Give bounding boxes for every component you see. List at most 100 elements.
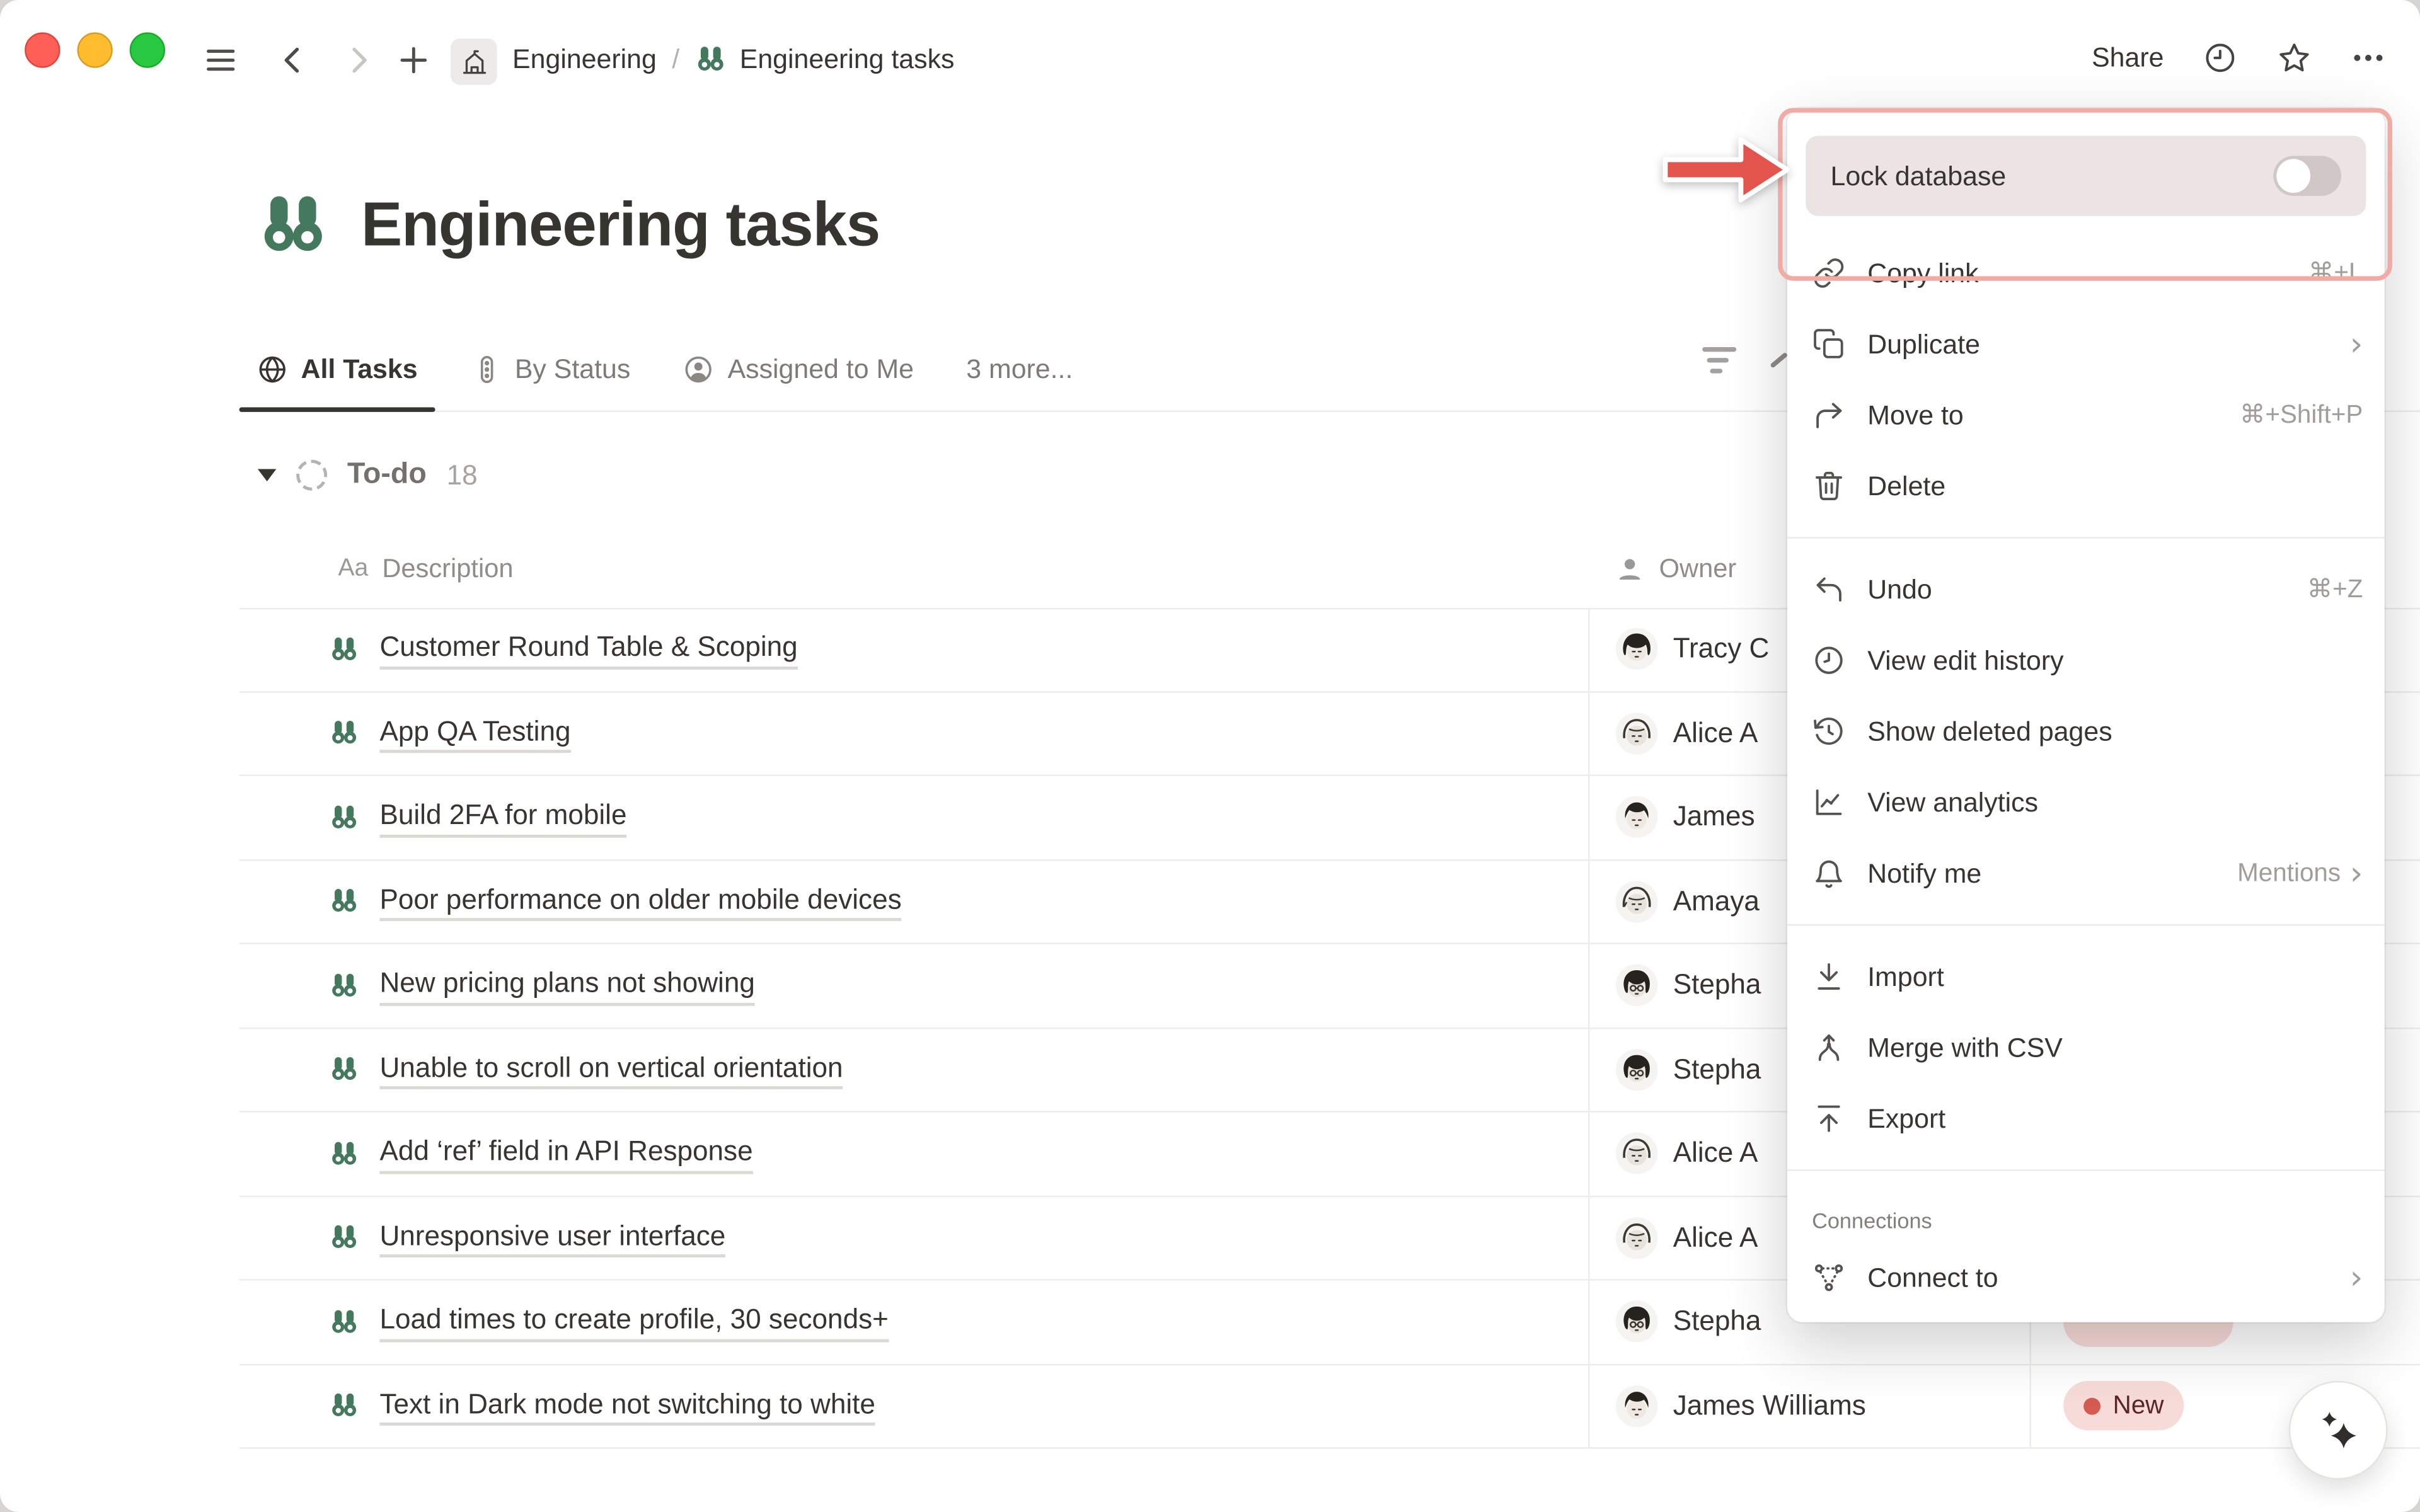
menu-item-copy-link[interactable]: Copy link ⌘+L <box>1787 238 2385 309</box>
row-binoculars-icon <box>329 1138 360 1169</box>
history-icon <box>1812 714 1846 748</box>
updates-clock-icon[interactable] <box>2203 40 2238 76</box>
menu-item-label: Duplicate <box>1867 328 1980 360</box>
menu-item-notify-me[interactable]: Notify me Mentions› <box>1787 838 2385 909</box>
task-title[interactable]: Customer Round Table & Scoping <box>379 629 797 668</box>
text-Aa-icon: Aa <box>338 554 368 582</box>
link-icon <box>1812 256 1846 290</box>
table-row[interactable]: Text in Dark mode not switching to white… <box>239 1365 2420 1448</box>
menu-item-export[interactable]: Export <box>1787 1083 2385 1154</box>
tab-label: By Status <box>515 353 630 385</box>
description-cell[interactable]: App QA Testing <box>239 692 1588 774</box>
menu-item-label: Move to <box>1867 399 1963 431</box>
window-top-bar: Engineering / Engineering tasks Share <box>0 0 2420 120</box>
owner-name: Alice A <box>1673 1138 1758 1170</box>
sidebar-menu-icon[interactable] <box>202 42 239 79</box>
menu-section-header: Connections <box>1787 1186 2385 1242</box>
triangle-down-icon[interactable] <box>258 469 276 481</box>
screen: Engineering / Engineering tasks Share <box>0 0 2420 1512</box>
description-cell[interactable]: New pricing plans not showing <box>239 944 1588 1027</box>
owner-name: Tracy C <box>1673 633 1770 665</box>
menu-item-view-analytics[interactable]: View analytics <box>1787 767 2385 838</box>
share-button[interactable]: Share <box>2092 42 2164 74</box>
menu-item-duplicate[interactable]: Duplicate › <box>1787 309 2385 380</box>
task-title[interactable]: Poor performance on older mobile devices <box>379 882 901 921</box>
forward-button[interactable] <box>340 42 377 79</box>
menu-item-label: Merge with CSV <box>1867 1031 2063 1063</box>
connect-icon <box>1812 1261 1846 1295</box>
task-title[interactable]: Text in Dark mode not switching to white <box>379 1386 875 1425</box>
move-icon <box>1812 398 1846 432</box>
page-binoculars-icon[interactable] <box>256 188 331 263</box>
description-cell[interactable]: Unresponsive user interface <box>239 1196 1588 1279</box>
menu-item-label: Export <box>1867 1102 1945 1135</box>
topbar-actions: Share <box>2092 40 2386 76</box>
menu-item-view-edit-history[interactable]: View edit history <box>1787 625 2385 696</box>
minimize-window-button[interactable] <box>77 32 112 67</box>
menu-item-import[interactable]: Import <box>1787 941 2385 1012</box>
description-cell[interactable]: Customer Round Table & Scoping <box>239 608 1588 690</box>
task-title[interactable]: Unresponsive user interface <box>379 1218 725 1257</box>
status-badge[interactable]: New <box>2063 1381 2184 1430</box>
view-tab-by-status[interactable]: By Status <box>453 327 647 410</box>
description-cell[interactable]: Build 2FA for mobile <box>239 776 1588 859</box>
column-header-description[interactable]: Aa Description <box>239 553 1588 584</box>
task-title[interactable]: Load times to create profile, 30 seconds… <box>379 1302 888 1341</box>
menu-item-move-to[interactable]: Move to ⌘+Shift+P <box>1787 379 2385 450</box>
page-header: Engineering tasks <box>256 188 880 263</box>
breadcrumb-parent[interactable]: Engineering <box>512 43 657 76</box>
undo-icon <box>1812 573 1846 607</box>
ai-assistant-button[interactable] <box>2289 1381 2388 1480</box>
new-page-button[interactable] <box>395 42 432 79</box>
chevron-right-icon: › <box>2350 857 2363 889</box>
teamspace-icon[interactable] <box>451 38 497 84</box>
lock-database-row[interactable]: Lock database <box>1806 136 2366 216</box>
owner-name: James Williams <box>1673 1390 1866 1422</box>
view-tab-assigned-to-me[interactable]: Assigned to Me <box>666 327 931 410</box>
traffic-lights <box>25 32 165 67</box>
page-title[interactable]: Engineering tasks <box>361 190 880 260</box>
description-cell[interactable]: Load times to create profile, 30 seconds… <box>239 1281 1588 1363</box>
task-title[interactable]: New pricing plans not showing <box>379 966 754 1005</box>
menu-shortcut: ⌘+L <box>2308 258 2363 289</box>
menu-divider <box>1787 1169 2385 1171</box>
task-title[interactable]: Build 2FA for mobile <box>379 798 626 837</box>
menu-shortcut: ⌘+Z <box>2307 574 2363 605</box>
group-header[interactable]: To-do 18 <box>258 444 478 506</box>
clock-icon <box>1812 643 1846 677</box>
menu-item-trailing: ⌘+L <box>2308 258 2363 289</box>
close-window-button[interactable] <box>25 32 60 67</box>
group-name: To-do <box>347 458 427 492</box>
more-options-icon[interactable] <box>2351 40 2386 76</box>
view-tab-3-more-[interactable]: 3 more... <box>949 327 1090 410</box>
avatar <box>1616 965 1657 1006</box>
menu-item-delete[interactable]: Delete <box>1787 450 2385 522</box>
row-binoculars-icon <box>329 1307 360 1337</box>
task-title[interactable]: Add ‘ref’ field in API Response <box>379 1134 752 1173</box>
lock-database-toggle[interactable] <box>2273 156 2341 196</box>
owner-name: Alice A <box>1673 717 1758 749</box>
row-binoculars-icon <box>329 634 360 665</box>
description-cell[interactable]: Unable to scroll on vertical orientation <box>239 1028 1588 1111</box>
description-cell[interactable]: Add ‘ref’ field in API Response <box>239 1113 1588 1195</box>
avatar <box>1616 1133 1657 1174</box>
task-title[interactable]: Unable to scroll on vertical orientation <box>379 1050 843 1089</box>
avatar <box>1616 1049 1657 1091</box>
menu-item-undo[interactable]: Undo ⌘+Z <box>1787 554 2385 625</box>
menu-item-merge-with-csv[interactable]: Merge with CSV <box>1787 1012 2385 1084</box>
row-binoculars-icon <box>329 886 360 917</box>
description-cell[interactable]: Text in Dark mode not switching to white <box>239 1365 1588 1447</box>
menu-item-connect-to[interactable]: Connect to › <box>1787 1242 2385 1313</box>
owner-cell[interactable]: James Williams <box>1588 1365 2029 1447</box>
breadcrumb-current[interactable]: Engineering tasks <box>740 43 955 76</box>
menu-item-label: Copy link <box>1867 257 1978 289</box>
view-tab-all-tasks[interactable]: All Tasks <box>239 327 435 410</box>
zoom-window-button[interactable] <box>130 32 165 67</box>
favorite-star-icon[interactable] <box>2276 40 2312 76</box>
back-button[interactable] <box>275 42 312 79</box>
description-cell[interactable]: Poor performance on older mobile devices <box>239 860 1588 942</box>
task-title[interactable]: App QA Testing <box>379 714 570 753</box>
filter-icon[interactable] <box>1702 347 1736 381</box>
row-binoculars-icon <box>329 1390 360 1421</box>
menu-item-show-deleted-pages[interactable]: Show deleted pages <box>1787 696 2385 767</box>
